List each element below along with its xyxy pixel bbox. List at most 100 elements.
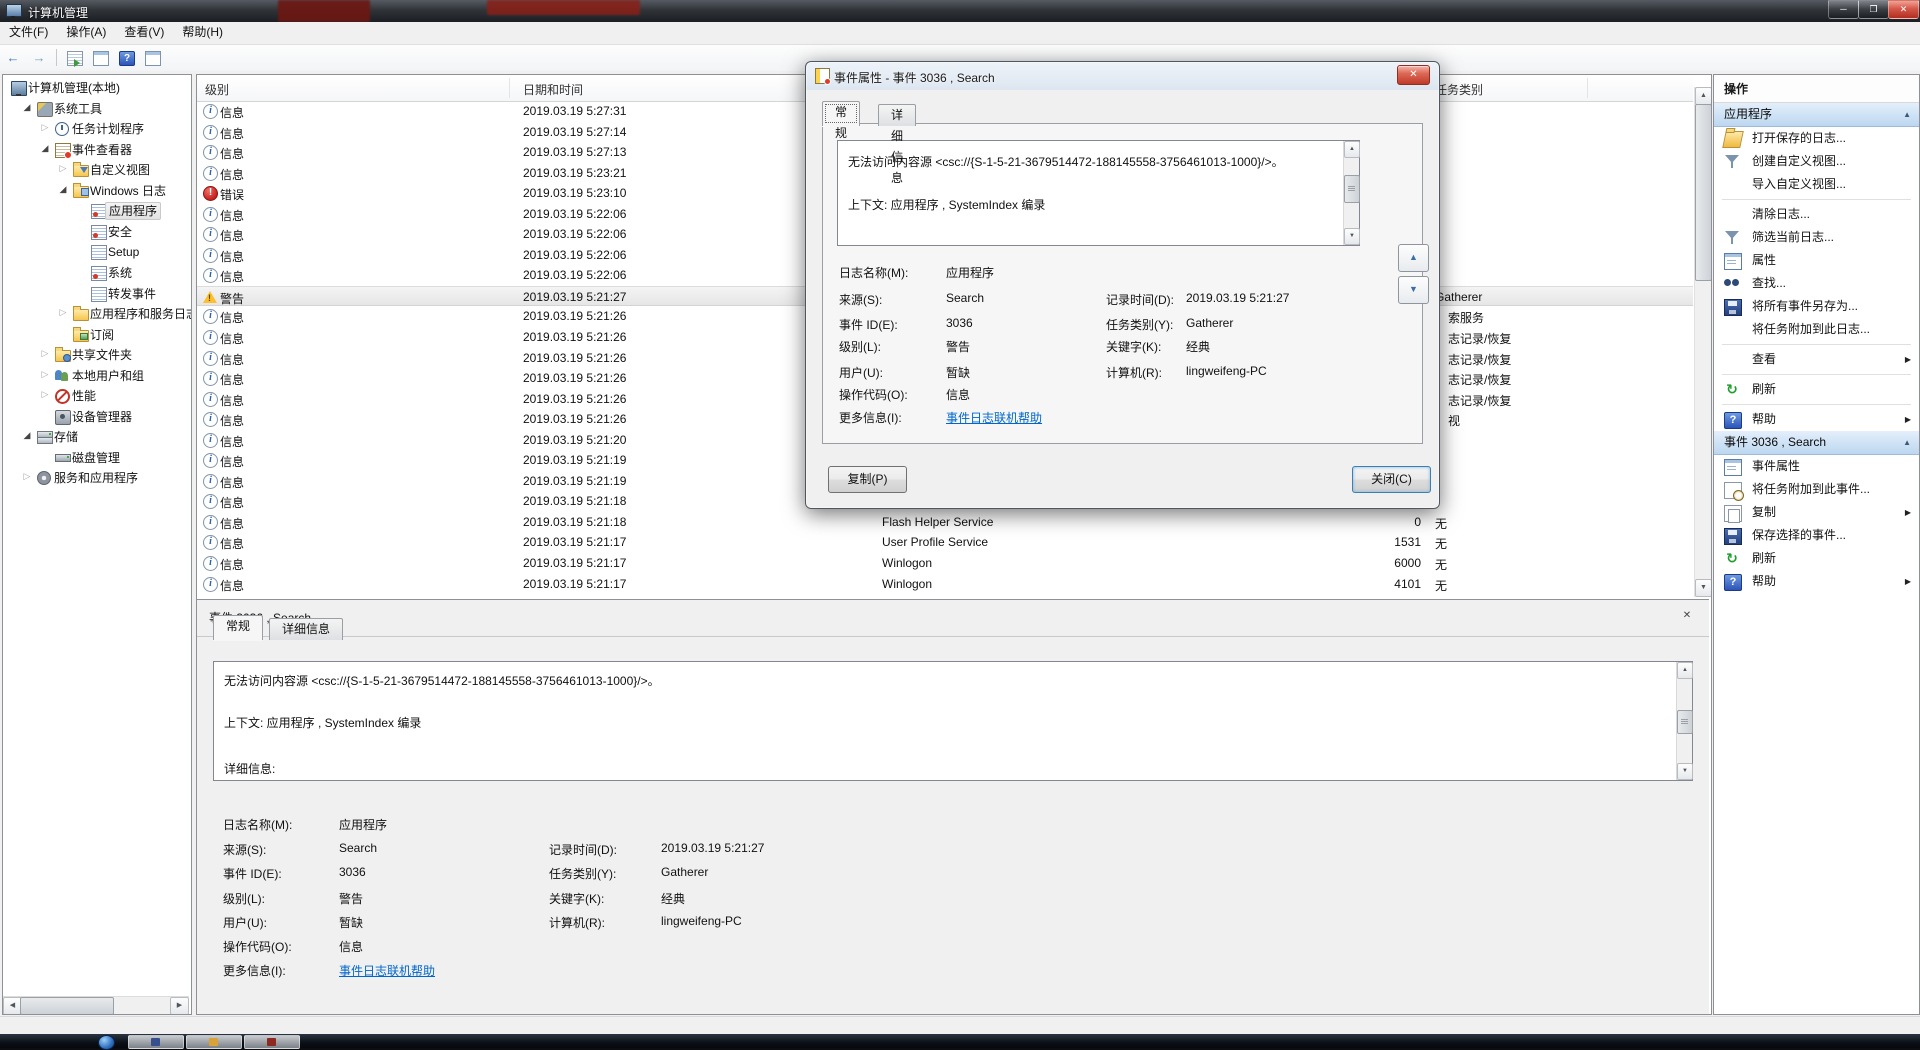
column-separator[interactable] — [509, 78, 510, 98]
action-section-header[interactable]: 事件 3036 , Search ▲ — [1714, 431, 1919, 455]
action-icon[interactable] — [142, 48, 162, 68]
tree-horizontal-scrollbar[interactable]: ◀ ▶ — [3, 996, 189, 1014]
preview-close-icon[interactable]: ✕ — [1679, 608, 1695, 624]
sidebar-item-应用程序[interactable]: 应用程序 — [3, 201, 191, 221]
sidebar-item-Windows 日志[interactable]: ◢ Windows 日志 — [3, 181, 191, 201]
expand-arrow-icon[interactable]: ▷ — [39, 348, 51, 359]
expand-arrow-icon[interactable]: ▷ — [39, 389, 51, 400]
event-log-online-help-link[interactable]: 事件日志联机帮助 — [339, 962, 435, 979]
event-row[interactable]: i 信息 2019.03.19 5:21:17 Winlogon 4101 无 — [197, 574, 1693, 595]
sidebar-item-任务计划程序[interactable]: ▷ 任务计划程序 — [3, 119, 191, 139]
help-icon[interactable]: ? — [116, 48, 136, 68]
scroll-up-arrow[interactable]: ▲ — [1677, 662, 1693, 679]
expand-arrow-icon[interactable]: ▷ — [57, 307, 69, 318]
action-item-创建自定义视图[interactable]: 创建自定义视图... — [1714, 150, 1919, 173]
description-scrollbar[interactable]: ▲ ▼ — [1343, 141, 1360, 245]
sidebar-item-订阅[interactable]: 订阅 — [3, 325, 191, 345]
sidebar-item-安全[interactable]: 安全 — [3, 222, 191, 242]
list-vertical-scrollbar[interactable]: ▲ ▼ — [1694, 87, 1711, 597]
action-item-将任务附加到此日志[interactable]: 将任务附加到此日志... — [1714, 318, 1919, 341]
tab-details[interactable]: 详细信息 — [269, 618, 344, 640]
sidebar-item-本地用户和组[interactable]: ▷ 本地用户和组 — [3, 366, 191, 386]
tab-general[interactable]: 常规 — [822, 101, 861, 140]
event-log-online-help-link[interactable]: 事件日志联机帮助 — [946, 409, 1042, 426]
dialog-close-button[interactable]: ✕ — [1397, 65, 1430, 85]
sidebar-item-共享文件夹[interactable]: ▷ 共享文件夹 — [3, 345, 191, 365]
collapse-arrow-icon[interactable]: ◢ — [39, 143, 51, 154]
back-icon[interactable]: ← — [3, 48, 23, 68]
action-item-查找[interactable]: 查找... — [1714, 272, 1919, 295]
column-header-任务类别[interactable]: 任务类别 — [1435, 81, 1483, 98]
action-item-打开保存的日志[interactable]: 打开保存的日志... — [1714, 127, 1919, 150]
sidebar-item-性能[interactable]: ▷ 性能 — [3, 386, 191, 406]
taskbar-button[interactable] — [186, 1035, 242, 1049]
scroll-right-arrow[interactable]: ▶ — [170, 997, 189, 1014]
sidebar-item-转发事件[interactable]: 转发事件 — [3, 284, 191, 304]
sidebar-item-系统[interactable]: 系统 — [3, 263, 191, 283]
action-item-帮助[interactable]: ? 帮助 ▶ — [1714, 570, 1919, 593]
scroll-thumb[interactable] — [1695, 104, 1711, 281]
previous-event-button[interactable]: ▲ — [1398, 244, 1429, 272]
console-icon[interactable] — [90, 48, 110, 68]
sidebar-item-系统工具[interactable]: ◢ 系统工具 — [3, 99, 191, 119]
expand-arrow-icon[interactable]: ▷ — [39, 122, 51, 133]
column-header-日期和时间[interactable]: 日期和时间 — [523, 81, 583, 98]
scroll-thumb[interactable] — [20, 997, 114, 1014]
scroll-down-arrow[interactable]: ▼ — [1344, 228, 1360, 245]
next-event-button[interactable]: ▼ — [1398, 276, 1429, 304]
sidebar-item-服务和应用程序[interactable]: ▷ 服务和应用程序 — [3, 468, 191, 488]
column-separator[interactable] — [1587, 78, 1588, 98]
action-item-刷新[interactable]: ↻ 刷新 — [1714, 378, 1919, 401]
action-item-筛选当前日志[interactable]: 筛选当前日志... — [1714, 226, 1919, 249]
taskbar-button[interactable] — [244, 1035, 300, 1049]
forward-icon[interactable]: → — [29, 48, 49, 68]
sidebar-item-磁盘管理[interactable]: 磁盘管理 — [3, 448, 191, 468]
description-scrollbar[interactable]: ▲ ▼ — [1676, 662, 1693, 780]
action-item-属性[interactable]: 属性 — [1714, 249, 1919, 272]
action-item-将任务附加到此事件[interactable]: 将任务附加到此事件... — [1714, 478, 1919, 501]
sidebar-item-自定义视图[interactable]: ▷ 自定义视图 — [3, 160, 191, 180]
minimize-button[interactable]: ─ — [1828, 0, 1859, 19]
scroll-up-arrow[interactable]: ▲ — [1695, 87, 1711, 105]
action-item-清除日志[interactable]: 清除日志... — [1714, 203, 1919, 226]
collapse-arrow-icon[interactable]: ◢ — [21, 102, 33, 113]
menu-item-1[interactable]: 操作(A) — [57, 22, 115, 43]
action-item-事件属性[interactable]: 事件属性 — [1714, 455, 1919, 478]
close-button[interactable]: ✕ — [1888, 0, 1919, 19]
sidebar-item-存储[interactable]: ◢ 存储 — [3, 427, 191, 447]
tab-details[interactable]: 详细信息 — [878, 104, 917, 185]
collapse-section-icon[interactable]: ▲ — [1903, 431, 1911, 454]
menu-item-3[interactable]: 帮助(H) — [173, 22, 232, 43]
action-item-帮助[interactable]: ? 帮助 ▶ — [1714, 408, 1919, 431]
action-item-保存选择的事件[interactable]: 保存选择的事件... — [1714, 524, 1919, 547]
scroll-down-arrow[interactable]: ▼ — [1695, 579, 1711, 597]
scroll-up-arrow[interactable]: ▲ — [1344, 141, 1360, 158]
action-item-刷新[interactable]: ↻ 刷新 — [1714, 547, 1919, 570]
scroll-down-arrow[interactable]: ▼ — [1677, 763, 1693, 780]
action-item-复制[interactable]: 复制 ▶ — [1714, 501, 1919, 524]
column-header-级别[interactable]: 级别 — [205, 81, 229, 98]
tab-general[interactable]: 常规 — [213, 615, 264, 640]
menu-item-0[interactable]: 文件(F) — [0, 22, 57, 43]
collapse-arrow-icon[interactable]: ◢ — [21, 430, 33, 441]
scroll-thumb[interactable] — [1344, 175, 1360, 203]
sidebar-item-Setup[interactable]: Setup — [3, 242, 191, 262]
maximize-button[interactable]: ❐ — [1858, 0, 1889, 19]
sidebar-item-应用程序和服务日志[interactable]: ▷ 应用程序和服务日志 — [3, 304, 191, 324]
event-row[interactable]: i 信息 2019.03.19 5:21:18 Flash Helper Servic… — [197, 512, 1693, 533]
action-section-header[interactable]: 应用程序 ▲ — [1714, 103, 1919, 127]
action-item-导入自定义视图[interactable]: 导入自定义视图... — [1714, 173, 1919, 196]
copy-button[interactable]: 复制(P) — [828, 466, 907, 493]
collapse-arrow-icon[interactable]: ◢ — [57, 184, 69, 195]
sidebar-item-设备管理器[interactable]: 设备管理器 — [3, 407, 191, 427]
event-row[interactable]: i 信息 2019.03.19 5:21:17 User Profile Servic… — [197, 532, 1693, 553]
event-row[interactable]: i 信息 2019.03.19 5:21:17 Winlogon 6000 无 — [197, 553, 1693, 574]
collapse-section-icon[interactable]: ▲ — [1903, 103, 1911, 126]
sidebar-item-计算机管理(本地)[interactable]: 计算机管理(本地) — [3, 78, 191, 98]
expand-arrow-icon[interactable]: ▷ — [39, 369, 51, 380]
taskbar-button[interactable] — [128, 1035, 184, 1049]
menu-item-2[interactable]: 查看(V) — [115, 22, 173, 43]
export-icon[interactable] — [64, 48, 84, 68]
close-dialog-button[interactable]: 关闭(C) — [1352, 466, 1431, 493]
sidebar-item-事件查看器[interactable]: ◢ 事件查看器 — [3, 140, 191, 160]
